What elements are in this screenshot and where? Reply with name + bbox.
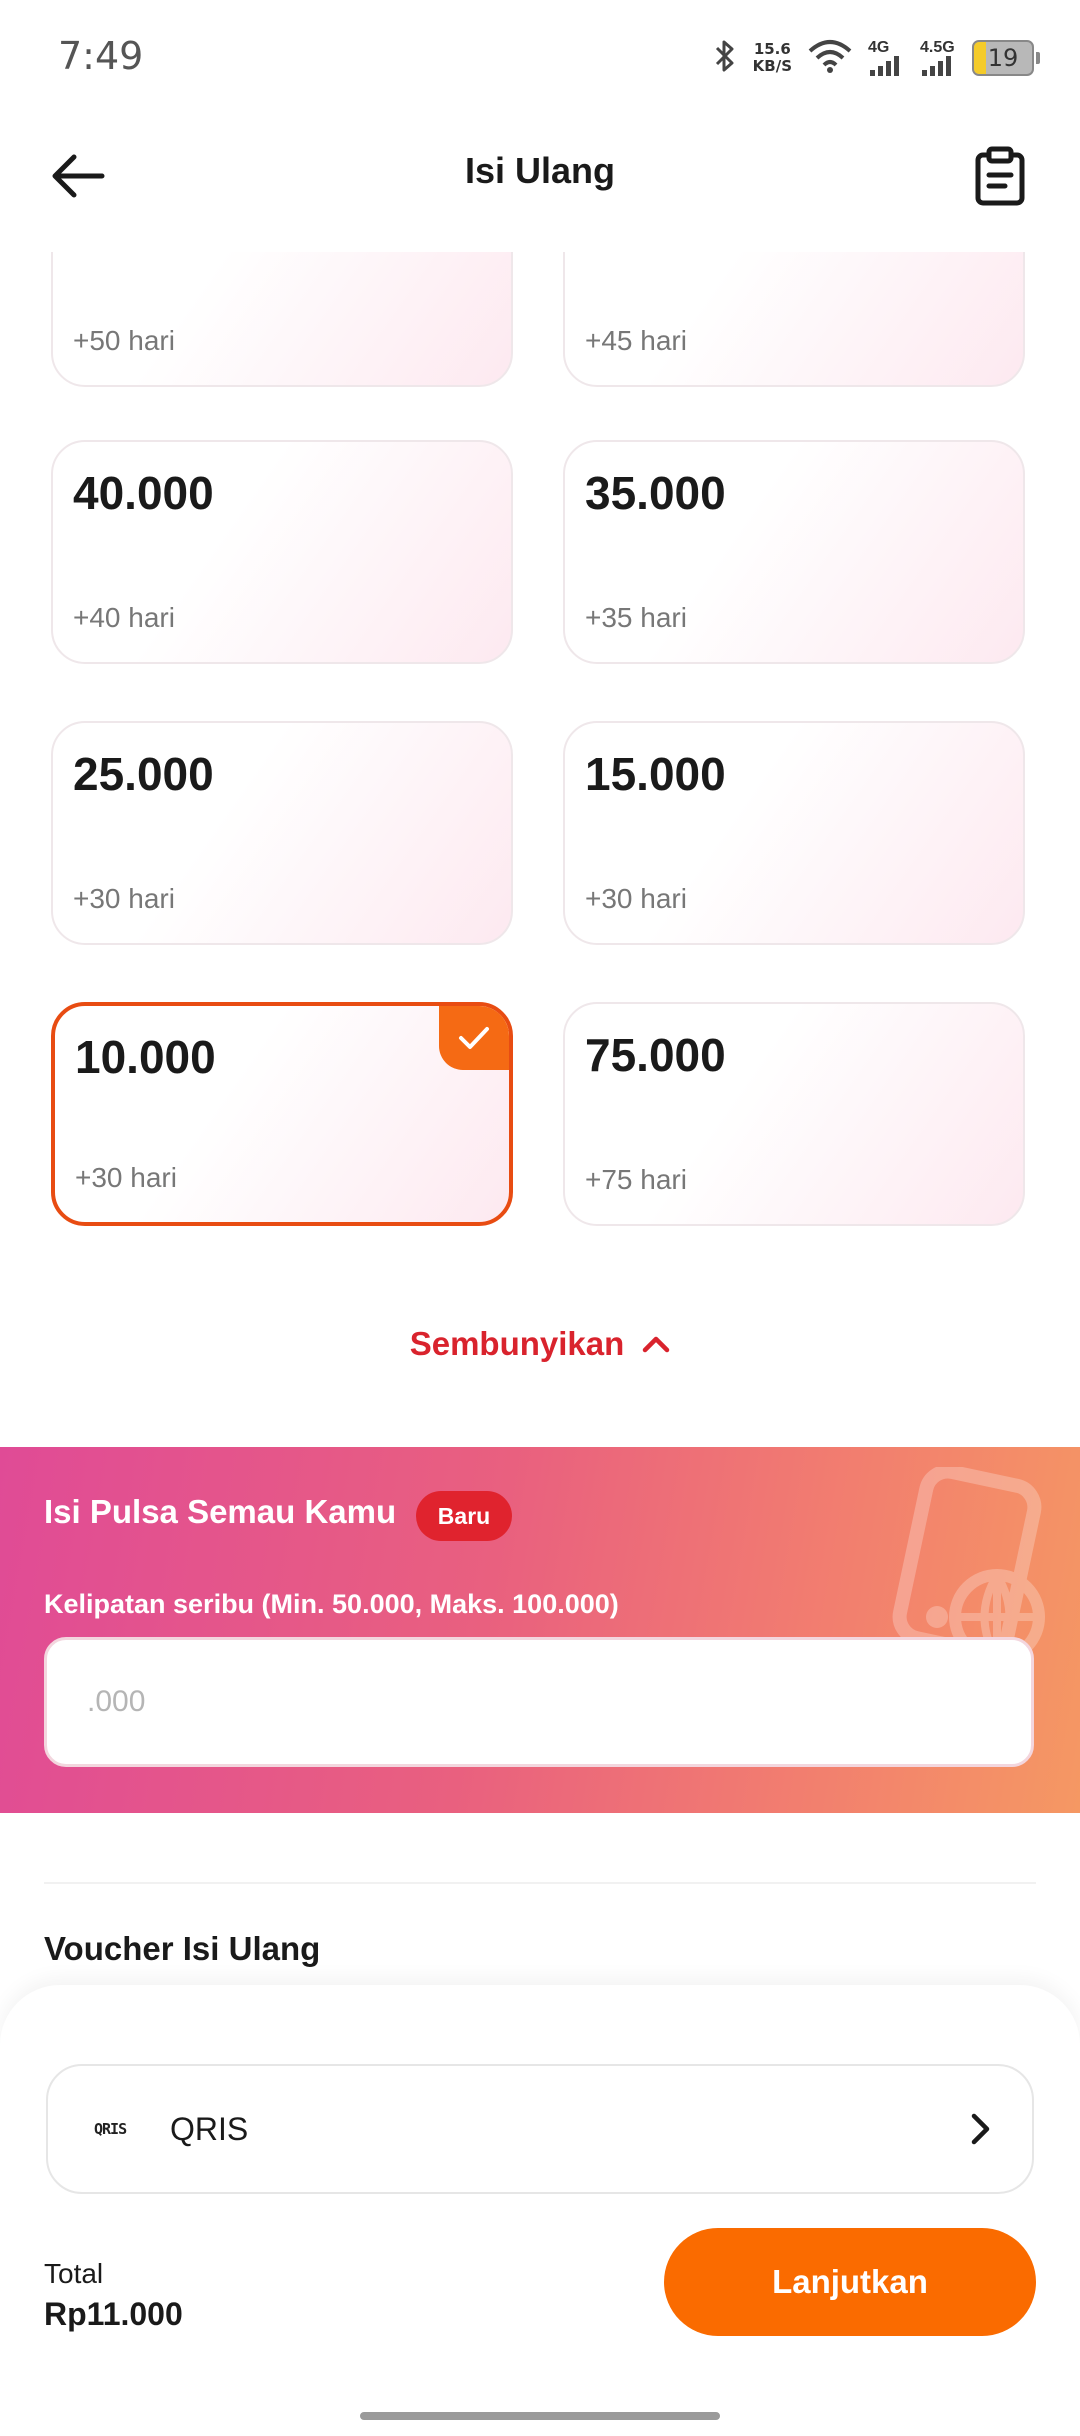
home-indicator[interactable] [360,2412,720,2420]
collapse-button[interactable]: Sembunyikan [0,1325,1080,1363]
nominal-amount: 75.000 [585,1029,726,1081]
nominal-days: +35 hari [585,602,687,633]
chevron-up-icon [643,1336,670,1353]
nominal-days: +30 hari [75,1162,177,1193]
battery-level: 19 [987,44,1019,72]
promo-title: Isi Pulsa Semau Kamu [44,1493,397,1530]
nominal-card[interactable]: +50 hari [51,252,513,387]
signal-4g-label: 4G [868,39,890,56]
nominal-amount: 35.000 [585,467,726,519]
nominal-amount: 15.000 [585,748,726,800]
net-speed-value: 15.6 [753,40,791,58]
clipboard-icon [975,146,1025,206]
signal-bars-icon [870,56,899,76]
check-icon [459,1027,489,1049]
nominal-card[interactable]: 15.000 +30 hari [563,721,1025,945]
nominal-card[interactable]: +45 hari [563,252,1025,387]
selected-badge [439,1006,509,1070]
status-time: 7:49 [58,34,144,78]
total-value: Rp11.000 [44,2296,183,2332]
signal-45g-label: 4.5G [920,39,955,56]
nominal-card[interactable]: 40.000 +40 hari [51,440,513,664]
nominal-card[interactable]: 35.000 +35 hari [563,440,1025,664]
custom-pulsa-section: Isi Pulsa Semau Kamu Baru Kelipatan seri… [0,1447,1080,1813]
nominal-amount: 40.000 [73,467,214,519]
checkout-sheet [0,1985,1080,2436]
nominal-days: +45 hari [585,325,687,356]
signal-bars-icon [922,56,951,76]
nominal-card[interactable]: 25.000 +30 hari [51,721,513,945]
bluetooth-icon [713,39,737,78]
voucher-section-title: Voucher Isi Ulang [44,1930,321,1967]
transaction-history-button[interactable] [964,140,1036,212]
nominal-days: +30 hari [73,883,175,914]
nominal-card-selected[interactable]: 10.000 +30 hari [51,1002,513,1226]
net-speed-unit: KB/S [752,57,792,75]
qris-logo: QRIS [94,2120,127,2138]
divider [44,1882,1036,1884]
promo-subtitle: Kelipatan seribu (Min. 50.000, Maks. 100… [44,1589,619,1619]
new-badge: Baru [416,1491,512,1541]
continue-button[interactable]: Lanjutkan [664,2228,1036,2336]
nominal-days: +30 hari [585,883,687,914]
payment-method-selector[interactable]: QRIS QRIS [46,2064,1034,2194]
signal-45g: 4.5G [920,40,956,76]
nominal-days: +50 hari [73,325,175,356]
collapse-label: Sembunyikan [409,1325,625,1362]
custom-amount-input[interactable] [44,1637,1034,1767]
payment-method-label: QRIS [170,2110,249,2147]
nominal-days: +75 hari [585,1164,687,1195]
wifi-icon [808,39,852,78]
net-speed: 15.6 KB/S [753,41,792,75]
battery-icon: 19 [972,40,1034,76]
nominal-card[interactable]: 75.000 +75 hari [563,1002,1025,1226]
signal-4g: 4G [868,40,904,76]
chevron-right-icon [971,2113,990,2145]
nominal-amount: 10.000 [75,1031,216,1083]
nominal-grid-top: +50 hari +45 hari [0,252,1080,387]
total-label: Total [44,2258,104,2289]
status-icons: 15.6 KB/S 4G 4.5G 19 [713,34,1040,82]
nominal-days: +40 hari [73,602,175,633]
page-title: Isi Ulang [464,150,616,191]
nominal-amount: 25.000 [73,748,214,800]
